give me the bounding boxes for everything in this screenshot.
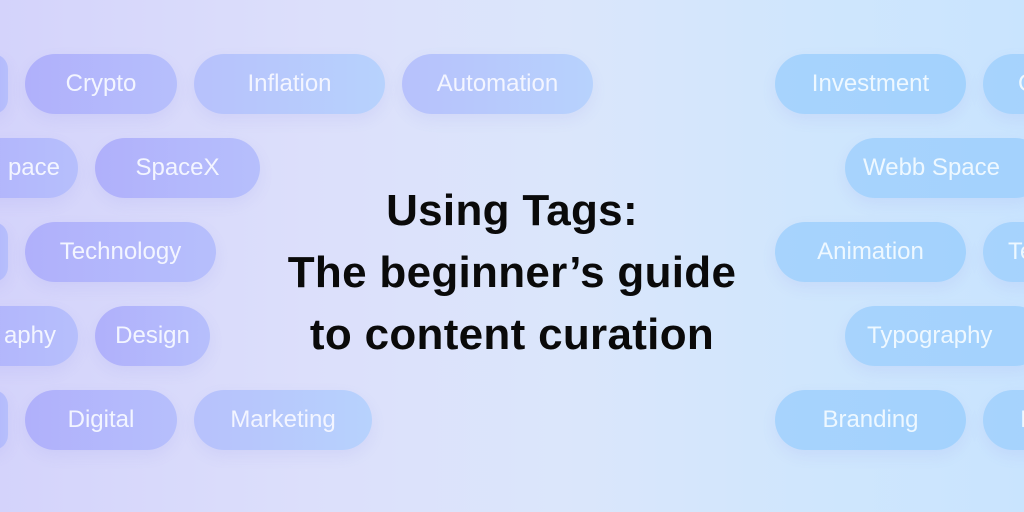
tag-label: Digital [67,406,135,433]
tag-pill-inflation[interactable]: Inflation [194,54,385,114]
tag-pill-partial[interactable] [0,54,8,114]
tag-label: C [1018,70,1024,98]
tag-label: Investment [811,70,930,97]
tag-label: Webb Space [863,154,1000,181]
tag-pill-marketing[interactable]: Marketing [194,390,372,450]
tag-pill-branding[interactable]: Branding [775,390,966,450]
tag-pill-automation[interactable]: Automation [402,54,593,114]
banner-canvas: Crypto Inflation Automation pace SpaceX … [0,0,1024,512]
tag-pill-crypto[interactable]: Crypto [25,54,177,114]
tag-label: SpaceX [135,154,220,181]
tag-label: Branding [822,406,919,433]
tag-label: Automation [436,70,559,97]
tag-label: Marketing [230,406,336,433]
headline-line-1: Using Tags: [386,186,638,235]
tag-pill-partial-c[interactable]: C [983,54,1024,114]
tag-pill-partial[interactable] [0,390,8,450]
tag-label: Crypto [65,70,137,97]
tag-label: Inflation [247,70,332,97]
tag-label: I [1020,406,1024,433]
tag-label: pace [7,154,60,181]
headline: Using Tags: The beginner’s guide to cont… [0,180,1024,366]
headline-line-2: The beginner’s guide [287,248,737,297]
headline-line-3: to content curation [309,310,715,359]
tag-pill-investment[interactable]: Investment [775,54,966,114]
tag-pill-digital[interactable]: Digital [25,390,177,450]
tag-pill-partial-i[interactable]: I [983,390,1024,450]
